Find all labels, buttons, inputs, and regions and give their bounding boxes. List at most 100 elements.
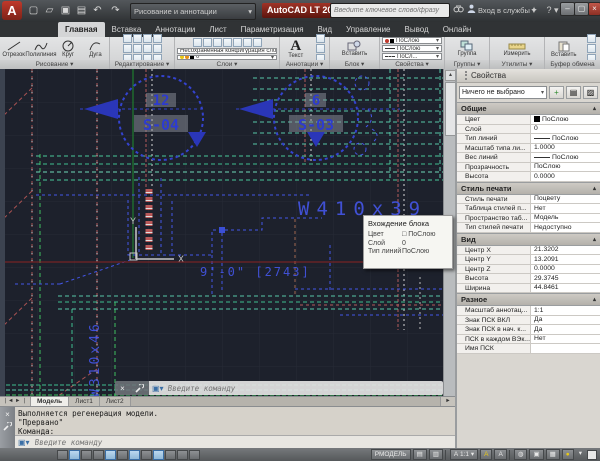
undo-icon[interactable]: ↶: [90, 4, 105, 18]
property-row[interactable]: Знак ПСК в нач. к...Да: [457, 325, 600, 335]
workspace-switch-icon[interactable]: ◍: [514, 449, 528, 460]
ribbon-tab[interactable]: Вывод: [398, 22, 436, 37]
layout-tab[interactable]: Лист2: [100, 397, 131, 406]
panel-layers-label[interactable]: Слои ▾: [175, 60, 279, 69]
dimension-icon[interactable]: [316, 34, 325, 43]
quick-properties-toggle[interactable]: [189, 450, 200, 460]
arc-tool[interactable]: Дуга: [82, 40, 108, 58]
redo-icon[interactable]: ↷: [108, 4, 123, 18]
ribbon-tab[interactable]: Параметризация: [234, 22, 311, 37]
palette-section-header[interactable]: Вид▴: [457, 233, 600, 246]
property-row[interactable]: Слой0: [457, 125, 600, 135]
property-row[interactable]: Центр Y13.2091: [457, 255, 600, 265]
palette-section-header[interactable]: Стиль печати▴: [457, 182, 600, 195]
lineweight-dropdown[interactable]: ПоСлою ▾: [382, 45, 442, 52]
property-row[interactable]: Стиль печатиПоцвету: [457, 195, 600, 205]
polyline-tool[interactable]: Полилиния: [28, 40, 54, 58]
property-row[interactable]: Знак ПСК ВКЛДа: [457, 316, 600, 326]
property-row[interactable]: Имя ПСК: [457, 344, 600, 354]
panel-utilities-label[interactable]: Утилиты ▾: [490, 60, 544, 69]
modify-tools-row[interactable]: [122, 34, 162, 44]
property-row[interactable]: Центр X21.3202: [457, 246, 600, 256]
object-color-dropdown[interactable]: ПоСлою ▾: [382, 37, 442, 44]
property-row[interactable]: Тип стилей печатиНедоступно: [457, 223, 600, 233]
palette-section-header[interactable]: Общие▴: [457, 102, 600, 115]
help-icon[interactable]: ? ▾: [546, 3, 559, 18]
save-icon[interactable]: ▣: [58, 4, 73, 18]
linetype-dropdown[interactable]: ПоСл... ▾: [382, 53, 442, 60]
ribbon-tab[interactable]: Лист: [202, 22, 233, 37]
plot-icon[interactable]: ▤: [74, 4, 89, 18]
user-icon[interactable]: [466, 3, 477, 18]
minimize-button[interactable]: –: [560, 2, 575, 16]
annotation-scale-button[interactable]: А 1:1 ▾: [450, 449, 478, 460]
scroll-right-button[interactable]: ►: [440, 397, 455, 406]
line-tool[interactable]: Отрезок: [1, 40, 27, 58]
layer-lock-icon[interactable]: [233, 38, 242, 47]
layout-tab[interactable]: Лист1: [69, 397, 100, 406]
group-button[interactable]: Группа: [453, 37, 481, 60]
open-file-icon[interactable]: ▱: [42, 4, 57, 18]
exchange-apps-icon[interactable]: ✦ ▾: [527, 3, 541, 18]
erase-icon[interactable]: [153, 34, 162, 43]
panel-groups-label[interactable]: Группы ▾: [445, 60, 489, 69]
polar-toggle[interactable]: [105, 450, 116, 460]
layer-prev-icon[interactable]: [253, 38, 262, 47]
lineweight-toggle[interactable]: [165, 450, 176, 460]
close-icon[interactable]: ×: [5, 410, 10, 419]
explode-icon[interactable]: [153, 44, 162, 53]
ribbon-tab[interactable]: Главная: [58, 22, 105, 37]
autocad-logo-icon[interactable]: A: [2, 1, 22, 20]
property-row[interactable]: Тип линийПоСлою: [457, 134, 600, 144]
infer-constraints-toggle[interactable]: [57, 450, 68, 460]
floating-command-bar[interactable]: × ▣▾: [115, 381, 443, 395]
measure-button[interactable]: Измерить: [499, 37, 535, 60]
property-row[interactable]: Масштаб аннотац...1:1: [457, 306, 600, 316]
status-menu-chevron-icon[interactable]: ▾: [576, 449, 585, 460]
selection-dropdown[interactable]: Ничего не выбрано ▾: [459, 86, 547, 99]
panel-block-label[interactable]: Блок ▾: [330, 60, 379, 69]
osnap-toggle[interactable]: [117, 450, 128, 460]
close-button[interactable]: ×: [588, 2, 600, 16]
transparency-toggle[interactable]: [177, 450, 188, 460]
ortho-toggle[interactable]: [93, 450, 104, 460]
mirror-icon[interactable]: [133, 44, 142, 53]
command-input[interactable]: [166, 383, 440, 394]
layout-tab[interactable]: Модель: [31, 397, 69, 406]
toggle-pickadd-button[interactable]: +: [549, 86, 564, 99]
property-row[interactable]: Ширина44.8461: [457, 284, 600, 294]
quick-view-drawings-icon[interactable]: ▥: [429, 449, 443, 460]
panel-draw-label[interactable]: Рисование ▾: [0, 60, 109, 69]
property-row[interactable]: Вес линийПоСлою: [457, 153, 600, 163]
annotation-visibility-icon[interactable]: А: [480, 449, 492, 460]
restore-button[interactable]: ▢: [574, 2, 589, 16]
workspace-dropdown[interactable]: Рисование и аннотации ▾: [130, 3, 256, 20]
layer-isolate-icon[interactable]: [213, 38, 222, 47]
text-tool[interactable]: A Текст: [284, 37, 308, 60]
panel-clipboard-label[interactable]: Буфер обмена: [545, 60, 600, 69]
copy-icon[interactable]: [123, 44, 132, 53]
isolate-objects-icon[interactable]: ●: [562, 449, 574, 460]
ribbon-tab[interactable]: Управление: [339, 22, 397, 37]
customize-wrench-icon[interactable]: [135, 384, 144, 393]
property-row[interactable]: ПрозрачностьПоСлою: [457, 163, 600, 173]
search-input[interactable]: [331, 4, 449, 17]
property-row[interactable]: Высота0.0000: [457, 172, 600, 182]
snap-toggle[interactable]: [69, 450, 80, 460]
ducs-toggle[interactable]: [141, 450, 152, 460]
layer-properties-icon[interactable]: [193, 38, 202, 47]
otrack-toggle[interactable]: [129, 450, 140, 460]
command-input-field[interactable]: ▣▾: [149, 381, 443, 395]
select-objects-button[interactable]: ▤: [566, 86, 581, 99]
dynamic-input-toggle[interactable]: [153, 450, 164, 460]
hardware-accel-icon[interactable]: ▦: [546, 449, 560, 460]
close-icon[interactable]: ×: [120, 384, 125, 393]
panel-modify-label[interactable]: Редактирование ▾: [110, 60, 174, 69]
layer-match-icon[interactable]: [243, 38, 252, 47]
property-row[interactable]: Центр Z0.0000: [457, 265, 600, 275]
layer-tools-row[interactable]: [177, 37, 277, 47]
layer-off-icon[interactable]: [203, 38, 212, 47]
panel-annotation-label[interactable]: Аннотации ▾: [280, 60, 329, 69]
trim-icon[interactable]: [143, 34, 152, 43]
copy-clip-icon[interactable]: [587, 44, 596, 53]
